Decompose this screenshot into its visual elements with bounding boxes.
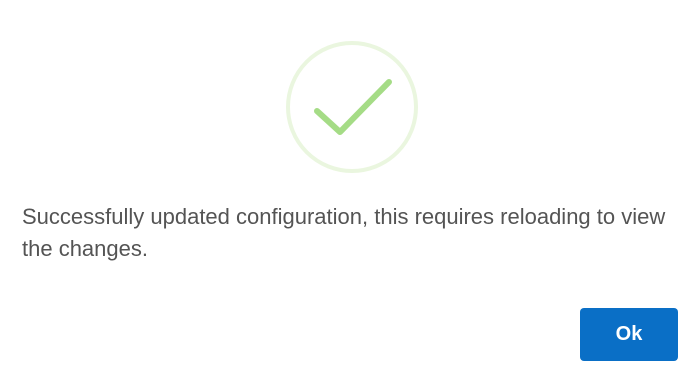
success-checkmark-icon (286, 41, 418, 173)
dialog-message: Successfully updated configuration, this… (22, 204, 666, 261)
success-dialog: Successfully updated configuration, this… (0, 0, 695, 379)
ok-button[interactable]: Ok (580, 308, 678, 361)
